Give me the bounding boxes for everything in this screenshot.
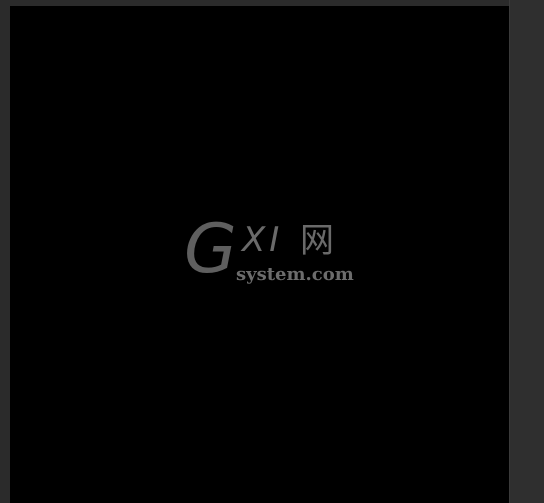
watermark-letters-xi: XI: [242, 220, 284, 260]
watermark-letter-g: G: [184, 210, 237, 289]
editor-workspace: G XI 网 system.com: [0, 0, 544, 503]
image-canvas[interactable]: G XI 网 system.com: [10, 6, 509, 503]
watermark-logo: G XI 网 system.com: [184, 216, 354, 294]
right-side-panel: [509, 0, 544, 503]
watermark-domain: system.com: [236, 264, 354, 285]
panel-divider: [509, 0, 510, 503]
watermark-chinese-char: 网: [300, 221, 334, 261]
